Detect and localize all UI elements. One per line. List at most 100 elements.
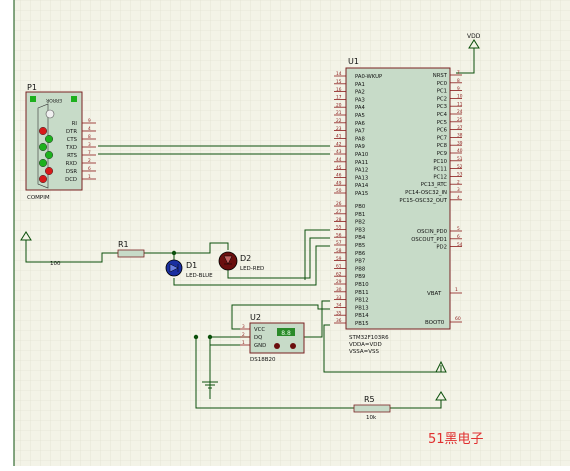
p1-pin-num: 6	[88, 166, 91, 172]
u1-pin-label: PB9	[355, 274, 365, 280]
u1-pin-label: PA7	[355, 129, 365, 135]
p1-indicator-open	[45, 109, 55, 119]
p1-signal-label: DSR	[66, 169, 77, 175]
u1-pin-label: PB12	[355, 298, 369, 304]
u1-pin-label: PA10	[355, 152, 369, 158]
sheet-grid	[14, 0, 570, 466]
u1-vbat-label: VBAT	[427, 291, 442, 297]
u1-pin-label: PB10	[355, 282, 369, 288]
u1-pin-label: PA3	[355, 97, 365, 103]
vdd-label: VDD	[467, 33, 481, 40]
u1-pin-label: PC13_RTC	[421, 182, 448, 188]
u1-pin-label: PA6	[355, 121, 365, 127]
u1-pin-num: 49	[336, 180, 342, 186]
u2-name: DS18B20	[250, 357, 276, 363]
u1-pin-label: PC10	[433, 159, 447, 165]
u1-pin-label: PB13	[355, 305, 369, 311]
u1-pin-num: 25	[457, 117, 463, 123]
p1-led-indicator	[38, 126, 48, 136]
u1-pin-num: 24	[457, 109, 463, 115]
u1-pin-label: PB11	[355, 290, 369, 296]
u1-pin-num: 45	[336, 165, 342, 171]
u2-ref: U2	[250, 313, 261, 322]
p1-pin-num: 8	[88, 134, 91, 140]
u1-pin-num: 28	[336, 217, 342, 223]
schematic-canvas[interactable]: VDD U1 PA0-WKUP14PA115PA216PA317PA420PA5…	[0, 0, 570, 471]
p1-signal-label: TXD	[65, 145, 77, 151]
d2-ref: D2	[240, 254, 251, 263]
u1-pin-num: 61	[336, 264, 342, 270]
u1-part-line: STM32F103R6	[349, 335, 389, 341]
u1-pin-num: 6	[457, 234, 460, 240]
u1-pin-num: 15	[336, 79, 342, 85]
u1-pin-label: PB7	[355, 259, 365, 265]
p1-led-indicator	[44, 166, 54, 176]
u1-pin-num: 56	[336, 232, 342, 238]
u1-pin-num: 46	[336, 173, 342, 179]
u1-pin-label: PC1	[437, 89, 447, 95]
u1-pin-num: 30	[336, 287, 342, 293]
p1-pin-num: 7	[88, 150, 91, 156]
u1-pin-label: PB2	[355, 220, 365, 226]
u1-pin-label: PA12	[355, 168, 368, 174]
u1-pin-label: PA15	[355, 191, 368, 197]
u1-pin-num: 7	[457, 70, 460, 76]
u1-pin-num: 53	[457, 172, 463, 178]
u2-pin-num: 2	[242, 332, 245, 338]
u1-pin-num: 4	[457, 195, 460, 201]
p1-led-indicator	[38, 142, 48, 152]
u1-vbat-num: 1	[455, 287, 458, 293]
u2-pin-num: 3	[242, 324, 245, 330]
p1-led-indicator	[44, 134, 54, 144]
u1-pin-num: 11	[457, 101, 463, 107]
u1-pin-num: 3	[457, 187, 460, 193]
u1-pin-num: 2	[457, 179, 460, 185]
p1-led-indicator	[44, 150, 54, 160]
u1-pin-label: PB6	[355, 251, 366, 257]
p1-led-left	[30, 96, 36, 102]
u1-pin-label: PC7	[437, 135, 447, 141]
u1-pin-label: PC6	[437, 128, 448, 134]
u1-pin-label: PB14	[355, 313, 369, 319]
u1-ref: U1	[348, 57, 359, 66]
u1-pin-label: PC4	[437, 112, 448, 118]
u1-pin-num: 39	[457, 140, 463, 146]
u1-pin-label: OSCIN_PD0	[417, 229, 448, 235]
u2-pin-label: VCC	[254, 327, 265, 333]
u2-pin-label: DQ	[254, 335, 262, 341]
p1-signal-label: RXD	[66, 161, 77, 167]
u1-chip[interactable]: U1 PA0-WKUP14PA115PA216PA317PA420PA521PA…	[334, 57, 463, 355]
u2-pins: VCC 3 DQ 2 GND 1	[240, 324, 266, 349]
u1-pin-num: 54	[457, 242, 463, 248]
u1-pin-label: PC9	[437, 151, 447, 157]
u1-pin-num: 33	[336, 295, 342, 301]
u1-pin-label: PB8	[355, 266, 366, 272]
r1-ref: R1	[118, 240, 129, 249]
u2-pin-label: GND	[254, 343, 266, 349]
u1-pin-num: 35	[336, 310, 342, 316]
u1-pin-num: 14	[336, 71, 342, 77]
u1-pin-num: 8	[457, 78, 460, 84]
u1-pin-label: PA9	[355, 144, 365, 150]
u1-pin-label: PB0	[355, 204, 366, 210]
u2-lcd-text: 8.8	[281, 330, 291, 337]
u1-pin-num: 41	[336, 134, 342, 140]
u1-pin-label: PD2	[436, 245, 447, 251]
d1-name: LED-BLUE	[186, 273, 213, 279]
p1-signal-label: DCD	[65, 177, 77, 183]
p1-signal-label: CTS	[67, 137, 78, 143]
watermark-text: 51黑电子	[428, 432, 484, 447]
u2-button-up[interactable]	[290, 343, 296, 349]
d2-name: LED-RED	[240, 266, 264, 272]
u1-pin-num: 22	[336, 118, 342, 124]
u1-pin-label: PC8	[437, 143, 448, 149]
p1-pin-num: 4	[88, 126, 91, 132]
u1-pin-label: PC0	[437, 81, 448, 87]
u1-pin-label: PC14-OSC32_IN	[405, 190, 447, 196]
r1-value: 100	[50, 261, 61, 267]
p1-pin-num: 1	[88, 174, 91, 180]
u2-button-down[interactable]	[274, 343, 280, 349]
u1-pin-num: 62	[336, 271, 342, 277]
u1-pin-num: 43	[336, 149, 342, 155]
u1-pin-label: PC12	[433, 174, 447, 180]
